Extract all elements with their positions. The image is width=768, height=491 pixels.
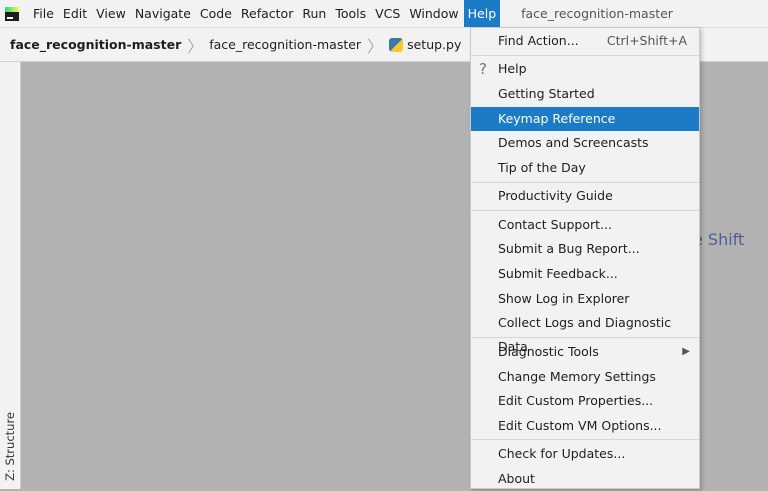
menu-item-getting-started[interactable]: Getting Started [471,82,699,106]
help-menu-dropdown: Find Action... Ctrl+Shift+A ? Help Getting… [470,27,700,489]
menu-item-keymap-reference[interactable]: Keymap Reference [471,107,699,131]
menu-separator [471,337,699,338]
pycharm-logo-icon [5,6,19,21]
menu-file[interactable]: File [29,0,58,27]
menu-help[interactable]: Help [463,0,501,27]
find-action-label: Find Action... [498,33,579,48]
breadcrumb-folder[interactable]: face_recognition-master [209,37,361,52]
menu-separator [471,210,699,211]
structure-tool-tab[interactable]: Z: Structure [3,412,17,481]
editor-hint-text: e Shift [693,230,745,249]
menu-window[interactable]: Window [405,0,462,27]
menu-bar: File Edit View Navigate Code Refactor Ru… [0,0,768,27]
menu-tools[interactable]: Tools [331,0,370,27]
chevron-right-icon: 〉 [187,36,204,56]
menu-item-collect-logs[interactable]: Collect Logs and Diagnostic Data [471,311,699,354]
left-tool-strip: Z: Structure [0,62,21,489]
menu-item-submit-feedback[interactable]: Submit Feedback... [471,262,699,286]
menu-item-help[interactable]: ? Help [471,57,699,81]
menu-navigate[interactable]: Navigate [131,0,195,27]
menu-item-demos[interactable]: Demos and Screencasts [471,131,699,155]
menu-item-edit-properties[interactable]: Edit Custom Properties... [471,389,699,413]
shortcut-label: Ctrl+Shift+A [606,33,687,48]
submenu-arrow-icon: ▶ [682,346,690,357]
menu-item-check-updates[interactable]: Check for Updates... [471,442,699,466]
menu-view[interactable]: View [92,0,130,27]
menu-item-about[interactable]: About [471,467,699,491]
menu-separator [471,55,699,56]
menu-item-label: Diagnostic Tools [498,344,599,359]
menu-item-edit-vm-options[interactable]: Edit Custom VM Options... [471,414,699,438]
menu-edit[interactable]: Edit [59,0,91,27]
menu-item-change-memory[interactable]: Change Memory Settings [471,365,699,389]
question-icon: ? [479,60,487,78]
menu-item-label: Help [498,61,527,76]
menu-run[interactable]: Run [298,0,330,27]
menu-refactor[interactable]: Refactor [237,0,297,27]
breadcrumb-project[interactable]: face_recognition-master [10,37,181,52]
menu-item-tip-of-day[interactable]: Tip of the Day [471,156,699,180]
menu-item-diagnostic-tools[interactable]: Diagnostic Tools ▶ [471,340,699,364]
menu-item-find-action[interactable]: Find Action... Ctrl+Shift+A [471,29,699,53]
menu-vcs[interactable]: VCS [371,0,404,27]
menu-code[interactable]: Code [196,0,236,27]
chevron-right-icon: 〉 [367,36,384,56]
menu-separator [471,182,699,183]
menu-item-contact-support[interactable]: Contact Support... [471,213,699,237]
menu-item-submit-bug[interactable]: Submit a Bug Report... [471,237,699,261]
menu-separator [471,439,699,440]
python-file-icon [389,37,404,52]
menu-item-show-log[interactable]: Show Log in Explorer [471,287,699,311]
breadcrumb-file[interactable]: setup.py [407,37,461,52]
window-title: face_recognition-master [521,6,673,21]
menu-item-productivity-guide[interactable]: Productivity Guide [471,184,699,208]
